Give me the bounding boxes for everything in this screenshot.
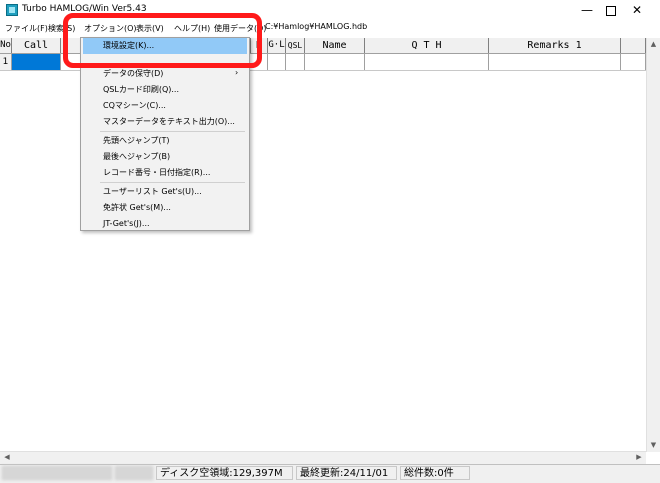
menu-separator	[100, 131, 245, 132]
col-name[interactable]: Name	[305, 38, 365, 53]
row-cell[interactable]	[286, 54, 305, 70]
menu-item-userlist-gets[interactable]: ユーザーリスト Get's(U)...	[83, 184, 247, 200]
row-cell[interactable]	[365, 54, 489, 70]
status-total-count: 総件数:0件	[400, 466, 470, 480]
status-disk-space: ディスク空領域:129,397M	[156, 466, 293, 480]
data-file-path: C:¥Hamlog¥HAMLOG.hdb	[265, 22, 368, 31]
call-cell-selected[interactable]	[12, 54, 61, 70]
submenu-arrow-icon: ›	[235, 68, 239, 77]
scroll-right-icon[interactable]: ▶	[634, 453, 644, 461]
col-gl[interactable]: G·L	[268, 38, 286, 53]
menu-file[interactable]: ファイル(F)	[3, 22, 50, 36]
highlight-annotation	[63, 13, 262, 68]
col-no[interactable]: No	[0, 38, 12, 53]
col-extra[interactable]	[621, 38, 646, 53]
menu-item-master-text-export[interactable]: マスターデータをテキスト出力(O)...	[83, 114, 247, 130]
horizontal-scrollbar[interactable]	[0, 451, 646, 465]
close-button[interactable]: ✕	[614, 0, 660, 20]
menu-item-license-gets[interactable]: 免許状 Get's(M)...	[83, 200, 247, 216]
menu-item-jump-bottom[interactable]: 最後へジャンプ(B)	[83, 149, 247, 165]
menu-separator	[100, 182, 245, 183]
col-qsl[interactable]: QSL	[286, 38, 305, 53]
col-qth[interactable]: Q T H	[365, 38, 489, 53]
scroll-up-icon[interactable]: ▲	[647, 40, 660, 48]
row-cell[interactable]	[305, 54, 365, 70]
row-number: 1	[0, 54, 12, 70]
menu-item-cq-machine[interactable]: CQマシーン(C)...	[83, 98, 247, 114]
scroll-down-icon[interactable]: ▼	[647, 441, 660, 449]
row-cell[interactable]	[489, 54, 621, 70]
col-call[interactable]: Call	[12, 38, 61, 53]
menu-item-data-maintenance[interactable]: データの保守(D)	[83, 66, 247, 82]
close-icon: ✕	[631, 3, 643, 17]
status-redacted-panel	[115, 466, 153, 480]
menu-item-jt-gets[interactable]: JT-Get's(J)...	[83, 216, 247, 232]
menu-item-record-date[interactable]: レコード番号・日付指定(R)...	[83, 165, 247, 181]
scroll-left-icon[interactable]: ◀	[2, 453, 12, 461]
vertical-scrollbar[interactable]	[646, 38, 660, 452]
status-last-updated: 最終更新:24/11/01	[296, 466, 397, 480]
menu-item-qsl-print[interactable]: QSLカード印刷(Q)...	[83, 82, 247, 98]
status-redacted-panel	[2, 466, 112, 480]
menu-item-jump-top[interactable]: 先頭へジャンプ(T)	[83, 133, 247, 149]
app-icon	[6, 4, 18, 16]
row-cell[interactable]	[268, 54, 286, 70]
col-remarks1[interactable]: Remarks 1	[489, 38, 621, 53]
row-cell[interactable]	[621, 54, 646, 70]
